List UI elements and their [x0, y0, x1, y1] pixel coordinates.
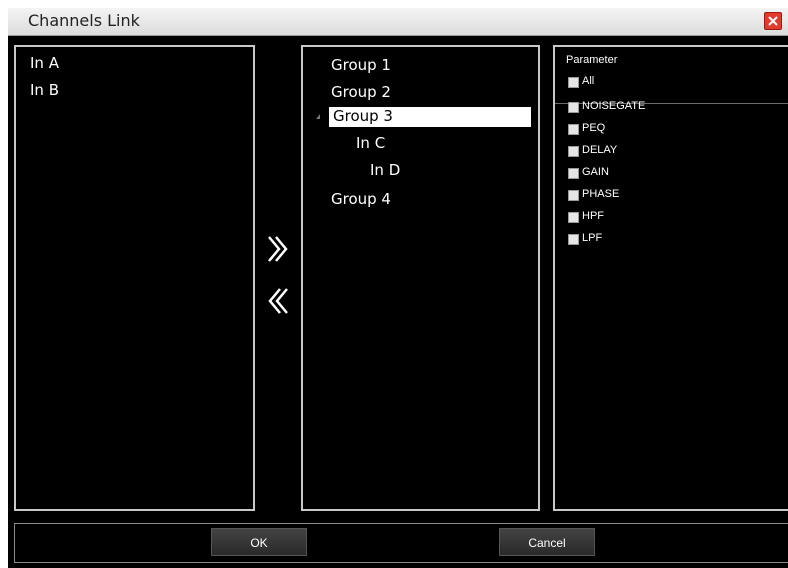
noisegate-label: NOISEGATE: [582, 100, 646, 112]
ok-button[interactable]: OK: [211, 528, 307, 556]
group-tree[interactable]: Group 1 Group 2 Group 3 In C In D Group …: [301, 45, 540, 511]
delay-checkbox[interactable]: [568, 146, 579, 157]
hpf-label: HPF: [582, 210, 604, 222]
button-bar: [14, 523, 788, 563]
remove-from-group-button[interactable]: [266, 286, 290, 316]
tree-group-1[interactable]: Group 1: [331, 56, 391, 74]
double-chevron-left-icon: [268, 288, 288, 314]
all-label: All: [582, 75, 595, 87]
cancel-button[interactable]: Cancel: [499, 528, 595, 556]
peq-label: PEQ: [582, 122, 606, 134]
tree-group-2[interactable]: Group 2: [331, 83, 391, 101]
delay-label: DELAY: [582, 144, 618, 156]
channels-link-dialog: Channels Link In A In B Group 1 Group 2 …: [8, 8, 788, 568]
tree-group-3-label: Group 3: [333, 107, 393, 125]
gain-checkbox[interactable]: [568, 168, 579, 179]
hpf-checkbox[interactable]: [568, 212, 579, 223]
lpf-checkbox[interactable]: [568, 234, 579, 245]
tree-child-in-d[interactable]: In D: [370, 161, 400, 179]
list-item[interactable]: In B: [30, 81, 59, 99]
close-button[interactable]: [764, 12, 782, 30]
tree-group-4[interactable]: Group 4: [331, 190, 391, 208]
add-to-group-button[interactable]: [266, 234, 290, 264]
list-item[interactable]: In A: [30, 54, 59, 72]
channel-list[interactable]: In A In B: [14, 45, 255, 511]
gain-label: GAIN: [582, 166, 609, 178]
expand-toggle-icon[interactable]: [316, 114, 320, 119]
dialog-title: Channels Link: [28, 11, 140, 30]
lpf-label: LPF: [582, 232, 603, 244]
peq-checkbox[interactable]: [568, 124, 579, 135]
tree-child-in-c[interactable]: In C: [356, 134, 385, 152]
parameter-panel: Parameter All NOISEGATE PEQ DELAY GAIN P…: [553, 45, 788, 511]
title-bar[interactable]: Channels Link: [8, 8, 788, 36]
double-chevron-right-icon: [268, 236, 288, 262]
background-strip: [0, 0, 788, 8]
phase-checkbox[interactable]: [568, 190, 579, 201]
phase-label: PHASE: [582, 188, 620, 200]
parameter-title: Parameter: [566, 54, 618, 66]
all-checkbox[interactable]: [568, 77, 579, 88]
tree-group-3-selected[interactable]: Group 3: [329, 107, 531, 127]
noisegate-checkbox[interactable]: [568, 102, 579, 113]
close-icon: [768, 16, 778, 26]
